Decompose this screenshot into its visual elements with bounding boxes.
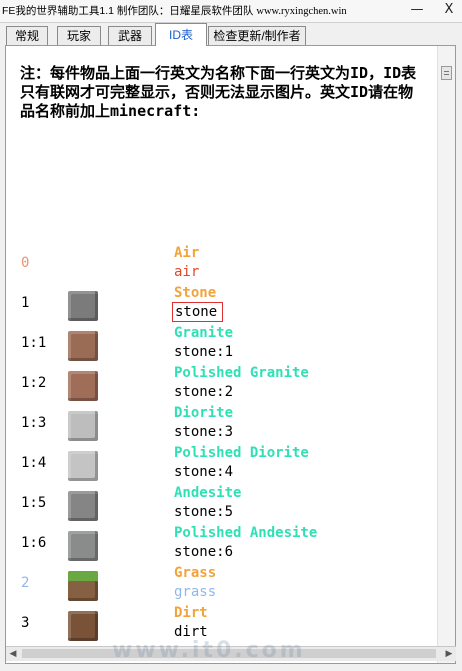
- close-button[interactable]: X: [436, 0, 462, 20]
- item-code[interactable]: stone:2: [174, 384, 233, 400]
- tab-id-table[interactable]: ID表: [155, 23, 207, 46]
- window-title: FE我的世界辅助工具1.1 制作团队：日耀星辰软件团队 www.ryxingch…: [2, 3, 347, 18]
- item-code[interactable]: grass: [174, 584, 216, 600]
- item-id: 1:5: [21, 495, 47, 511]
- scroll-left-icon[interactable]: ◀: [6, 647, 20, 661]
- item-id: 1:4: [21, 455, 47, 471]
- window-title-url: www.ryxingchen.win: [256, 6, 347, 17]
- block-image: [68, 451, 98, 481]
- item-id: 1:1: [21, 335, 47, 351]
- item-name: Granite: [174, 325, 234, 341]
- scroll-right-icon[interactable]: ▶: [442, 647, 456, 661]
- item-id: 1:6: [21, 535, 47, 551]
- block-image: [68, 291, 98, 321]
- item-name: Polished Andesite: [174, 525, 318, 541]
- item-code[interactable]: stone:4: [174, 464, 233, 480]
- item-name: Polished Granite: [174, 365, 309, 381]
- item-code[interactable]: stone:5: [174, 504, 233, 520]
- block-image: [68, 371, 98, 401]
- item-row: 2 Grass grass: [6, 565, 426, 611]
- block-image: [68, 491, 98, 521]
- item-name: Diorite: [174, 405, 234, 421]
- notice-text: 注：每件物品上面一行英文为名称下面一行英文为ID，ID表只有联网才可完整显示，否…: [20, 64, 417, 120]
- item-code[interactable]: stone:6: [174, 544, 233, 560]
- block-image: [68, 611, 98, 641]
- watermark: www.it0.com: [112, 638, 306, 663]
- item-id: 1: [21, 295, 30, 311]
- id-table-panel[interactable]: 注：每件物品上面一行英文为名称下面一行英文为ID，ID表只有联网才可完整显示，否…: [5, 45, 456, 664]
- item-id: 2: [21, 575, 30, 591]
- vertical-scrollbar[interactable]: [437, 46, 455, 663]
- item-code[interactable]: air: [174, 264, 199, 280]
- item-id: 1:3: [21, 415, 47, 431]
- block-image: [68, 411, 98, 441]
- item-name: Polished Diorite: [174, 445, 309, 461]
- block-image: [68, 531, 98, 561]
- tab-bar: 常规 玩家 武器 ID表 检查更新/制作者: [0, 23, 462, 46]
- item-name: Andesite: [174, 485, 242, 501]
- minimize-button[interactable]: —: [404, 0, 430, 20]
- item-code[interactable]: stone: [171, 302, 224, 322]
- block-image: [68, 571, 98, 601]
- tab-general[interactable]: 常规: [6, 26, 48, 45]
- item-id: 1:2: [21, 375, 47, 391]
- item-code[interactable]: stone:3: [174, 424, 233, 440]
- item-id: 3: [21, 615, 30, 631]
- item-id: 0: [21, 255, 30, 271]
- item-name: Dirt: [174, 605, 208, 621]
- item-code[interactable]: stone:1: [174, 344, 233, 360]
- item-name: Air: [174, 245, 200, 261]
- scrollbar-thumb[interactable]: [441, 66, 452, 80]
- block-image: [68, 331, 98, 361]
- window-title-text: FE我的世界辅助工具1.1 制作团队：日耀星辰软件团队: [2, 5, 257, 17]
- title-bar: FE我的世界辅助工具1.1 制作团队：日耀星辰软件团队 www.ryxingch…: [0, 0, 462, 23]
- tab-check-update[interactable]: 检查更新/制作者: [208, 26, 306, 45]
- item-name: Stone: [174, 285, 217, 301]
- tab-weapons[interactable]: 武器: [108, 26, 152, 45]
- tab-player[interactable]: 玩家: [57, 26, 101, 45]
- item-name: Grass: [174, 565, 217, 581]
